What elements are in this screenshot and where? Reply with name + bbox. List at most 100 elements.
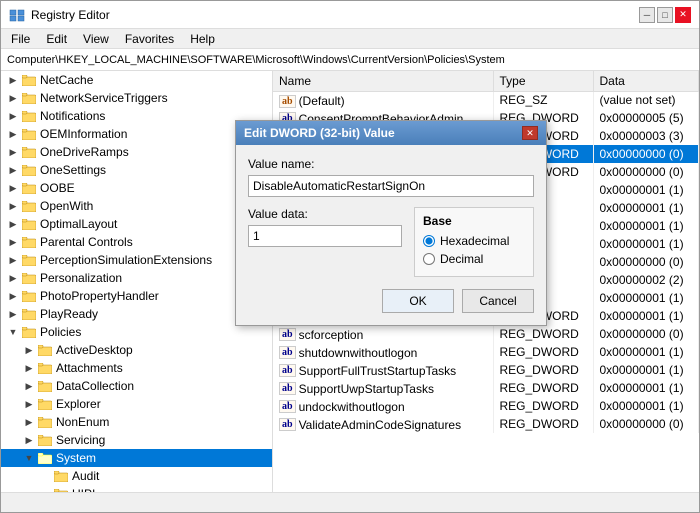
reg-data: 0x00000005 (5)	[593, 109, 699, 127]
expand-icon[interactable]: ▶	[5, 288, 21, 304]
tree-item[interactable]: ▶ActiveDesktop	[1, 341, 272, 359]
decimal-radio[interactable]	[423, 253, 435, 265]
folder-icon	[21, 91, 37, 105]
folder-icon	[21, 217, 37, 231]
minimize-button[interactable]: ─	[639, 7, 655, 23]
menu-favorites[interactable]: Favorites	[119, 30, 180, 48]
edit-dword-dialog[interactable]: Edit DWORD (32-bit) Value ✕ Value name: …	[235, 120, 547, 326]
tree-item[interactable]: ▶Notifications	[1, 107, 272, 125]
menu-file[interactable]: File	[5, 30, 36, 48]
expand-icon[interactable]: ▶	[5, 162, 21, 178]
folder-icon	[37, 379, 53, 393]
reg-type: REG_DWORD	[493, 343, 593, 361]
table-row[interactable]: ab scforception REG_DWORD 0x00000000 (0)	[273, 325, 699, 343]
expand-icon[interactable]: ▶	[5, 72, 21, 88]
table-row[interactable]: ab undockwithoutlogon REG_DWORD 0x000000…	[273, 397, 699, 415]
tree-item[interactable]: ▶OOBE	[1, 179, 272, 197]
folder-icon	[21, 271, 37, 285]
expand-icon[interactable]: ▶	[5, 90, 21, 106]
expand-icon[interactable]: ▶	[21, 414, 37, 430]
expand-icon[interactable]: ▶	[5, 252, 21, 268]
tree-item[interactable]: ▶Attachments	[1, 359, 272, 377]
tree-item[interactable]: UIPI	[1, 485, 272, 492]
expand-icon[interactable]: ▶	[21, 432, 37, 448]
value-name-input[interactable]	[248, 175, 534, 197]
expand-icon[interactable]: ▼	[21, 450, 37, 466]
expand-icon[interactable]: ▶	[5, 198, 21, 214]
table-row[interactable]: ab ValidateAdminCodeSignatures REG_DWORD…	[273, 415, 699, 433]
tree-item[interactable]: Audit	[1, 467, 272, 485]
reg-type: REG_DWORD	[493, 397, 593, 415]
base-section: Base Hexadecimal Decimal	[414, 207, 534, 277]
tree-pane[interactable]: ▶NetCache▶NetworkServiceTriggers▶Notific…	[1, 71, 273, 492]
hexadecimal-option[interactable]: Hexadecimal	[423, 234, 525, 248]
expand-icon[interactable]: ▶	[5, 270, 21, 286]
menu-edit[interactable]: Edit	[40, 30, 73, 48]
folder-icon	[37, 415, 53, 429]
tree-item[interactable]: ▶Personalization	[1, 269, 272, 287]
tree-item[interactable]: ▶OptimalLayout	[1, 215, 272, 233]
tree-item[interactable]: ▶OneSettings	[1, 161, 272, 179]
value-data-input[interactable]	[248, 225, 402, 247]
expand-icon[interactable]: ▶	[21, 378, 37, 394]
expand-icon[interactable]: ▶	[21, 360, 37, 376]
reg-data: 0x00000000 (0)	[593, 145, 699, 163]
tree-label: Parental Controls	[40, 235, 133, 249]
dialog-close-button[interactable]: ✕	[522, 126, 538, 140]
tree-item[interactable]: ▶OEMInformation	[1, 125, 272, 143]
tree-item[interactable]: ▶ Parental Controls	[1, 233, 272, 251]
expand-icon[interactable]: ▶	[5, 126, 21, 142]
folder-icon	[21, 109, 37, 123]
menu-view[interactable]: View	[77, 30, 115, 48]
tree-item[interactable]: ▶PhotoPropertyHandler	[1, 287, 272, 305]
table-row[interactable]: ab (Default) REG_SZ (value not set)	[273, 91, 699, 109]
folder-icon	[37, 343, 53, 357]
tree-label: NonEnum	[56, 415, 109, 429]
reg-data: 0x00000001 (1)	[593, 379, 699, 397]
reg-type: REG_DWORD	[493, 325, 593, 343]
reg-data: 0x00000001 (1)	[593, 181, 699, 199]
expand-icon[interactable]: ▶	[5, 216, 21, 232]
tree-item[interactable]: ▶NetCache	[1, 71, 272, 89]
tree-item[interactable]: ▶OpenWith	[1, 197, 272, 215]
expand-icon[interactable]: ▶	[5, 180, 21, 196]
reg-type: REG_SZ	[493, 91, 593, 109]
table-row[interactable]: ab SupportFullTrustStartupTasks REG_DWOR…	[273, 361, 699, 379]
expand-icon[interactable]: ▶	[5, 108, 21, 124]
tree-label: OneDriveRamps	[40, 145, 129, 159]
tree-item[interactable]: ▶NetworkServiceTriggers	[1, 89, 272, 107]
expand-icon[interactable]: ▶	[21, 342, 37, 358]
tree-item[interactable]: ▼ Policies	[1, 323, 272, 341]
cancel-button[interactable]: Cancel	[462, 289, 534, 313]
expand-icon[interactable]: ▶	[5, 234, 21, 250]
value-name-label: Value name:	[248, 157, 534, 171]
ok-button[interactable]: OK	[382, 289, 454, 313]
reg-type: REG_DWORD	[493, 361, 593, 379]
tree-item[interactable]: ▼System	[1, 449, 272, 467]
decimal-option[interactable]: Decimal	[423, 252, 525, 266]
folder-icon	[53, 469, 69, 483]
dialog-title-bar: Edit DWORD (32-bit) Value ✕	[236, 121, 546, 145]
expand-icon[interactable]: ▼	[5, 324, 21, 340]
expand-icon[interactable]: ▶	[21, 396, 37, 412]
reg-data: 0x00000001 (1)	[593, 361, 699, 379]
menu-help[interactable]: Help	[184, 30, 221, 48]
close-button[interactable]: ✕	[675, 7, 691, 23]
expand-icon[interactable]: ▶	[5, 144, 21, 160]
tree-item[interactable]: ▶ OneDriveRamps	[1, 143, 272, 161]
reg-name: ab scforception	[273, 325, 493, 343]
tree-label: Policies	[40, 325, 81, 339]
hexadecimal-radio[interactable]	[423, 235, 435, 247]
folder-icon	[21, 181, 37, 195]
folder-icon	[21, 73, 37, 87]
tree-item[interactable]: ▶DataCollection	[1, 377, 272, 395]
table-row[interactable]: ab SupportUwpStartupTasks REG_DWORD 0x00…	[273, 379, 699, 397]
expand-icon[interactable]: ▶	[5, 306, 21, 322]
tree-item[interactable]: ▶PlayReady	[1, 305, 272, 323]
tree-item[interactable]: ▶Explorer	[1, 395, 272, 413]
tree-item[interactable]: ▶PerceptionSimulationExtensions	[1, 251, 272, 269]
maximize-button[interactable]: □	[657, 7, 673, 23]
tree-item[interactable]: ▶Servicing	[1, 431, 272, 449]
table-row[interactable]: ab shutdownwithoutlogon REG_DWORD 0x0000…	[273, 343, 699, 361]
tree-item[interactable]: ▶ NonEnum	[1, 413, 272, 431]
